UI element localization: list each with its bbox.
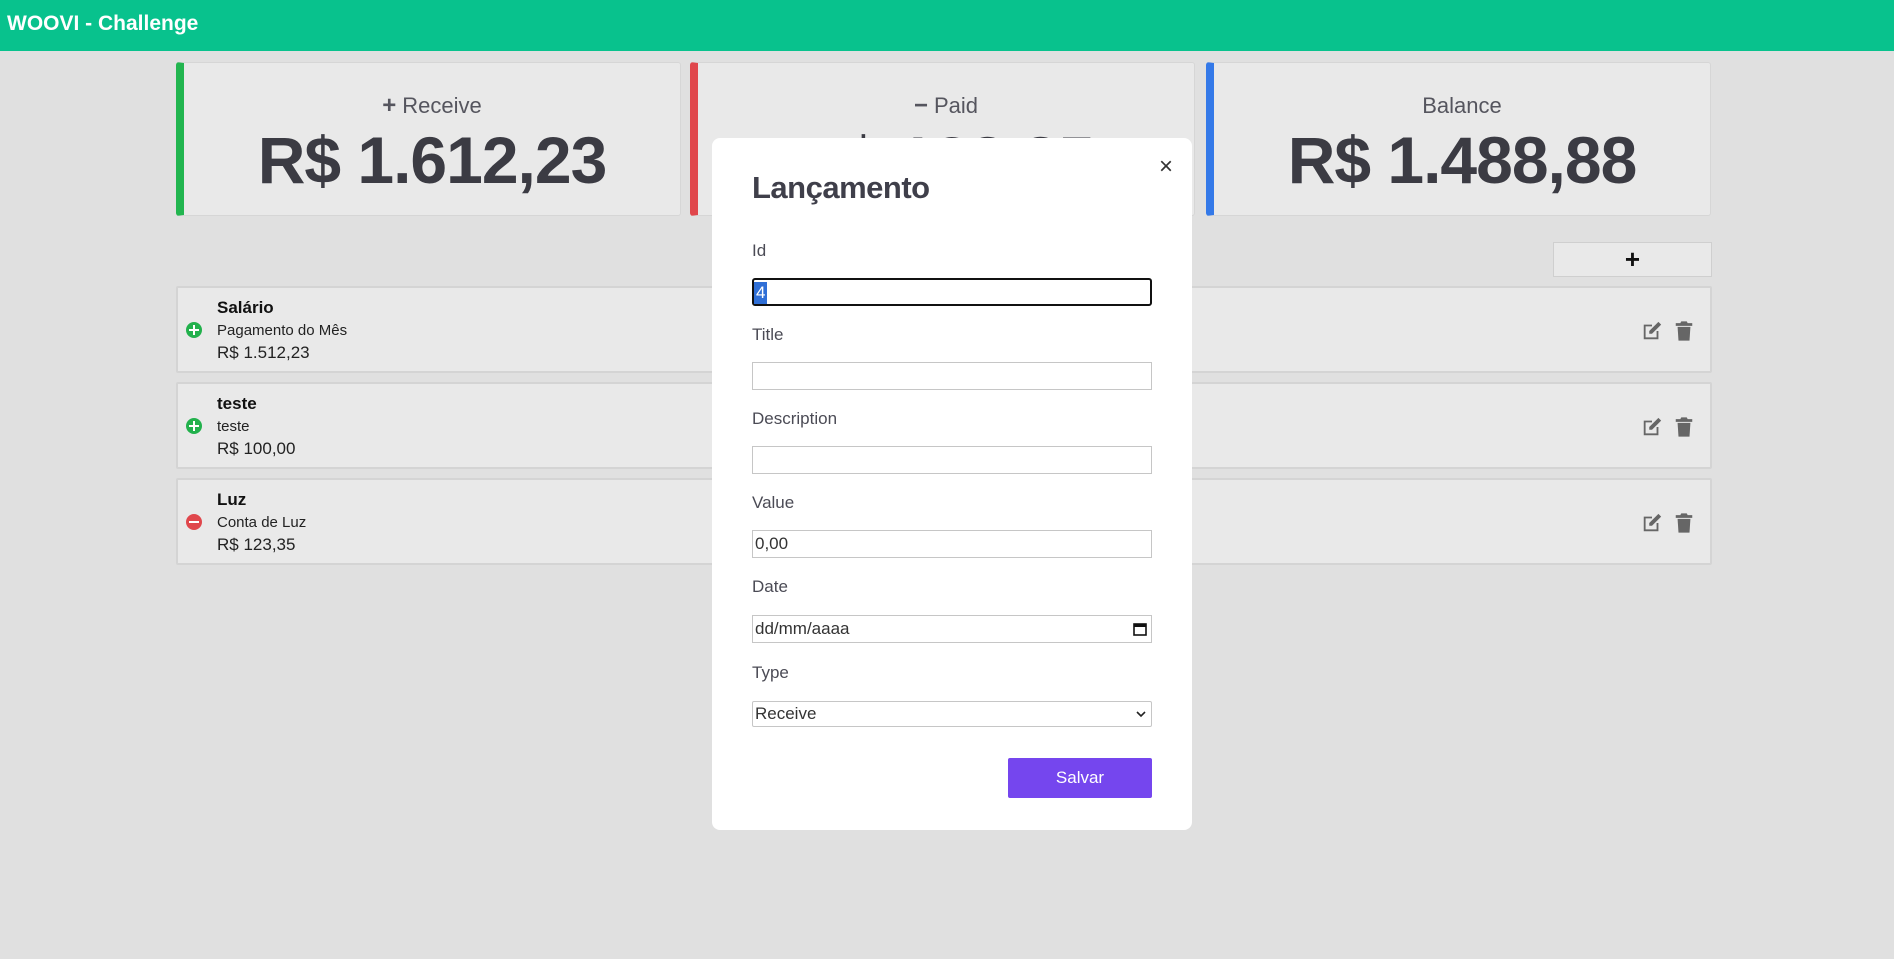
value-label: Value: [752, 493, 795, 512]
plus-icon: +: [382, 92, 397, 119]
date-placeholder: dd/mm/aaaa: [755, 619, 850, 638]
entry-description: Pagamento do Mês: [217, 322, 348, 339]
modal-title: Lançamento: [752, 170, 930, 205]
balance-amount: R$ 1.488,88: [1287, 123, 1638, 197]
edit-icon[interactable]: [1641, 416, 1663, 438]
minus-circle-icon: [186, 514, 202, 530]
id-label: Id: [752, 241, 767, 260]
entry-title: Salário: [217, 298, 274, 317]
balance-card: Balance R$ 1.488,88: [1206, 62, 1711, 216]
entry-title: teste: [217, 394, 257, 413]
title-input[interactable]: [752, 362, 1152, 390]
date-label: Date: [752, 577, 788, 596]
description-label: Description: [752, 409, 838, 428]
receive-amount: R$ 1.612,23: [257, 123, 608, 197]
description-input[interactable]: [752, 446, 1152, 474]
paid-label: Paid: [933, 93, 979, 118]
calendar-icon[interactable]: [1133, 622, 1147, 636]
save-button[interactable]: Salvar: [1008, 758, 1152, 798]
entry-modal: × Lançamento Id 4 Title Description Valu…: [712, 138, 1192, 830]
type-select[interactable]: Receive: [752, 701, 1152, 727]
type-selected: Receive: [755, 704, 817, 723]
paid-label-row: − Paid: [698, 93, 1194, 119]
trash-icon[interactable]: [1673, 415, 1695, 438]
id-input[interactable]: [752, 278, 1152, 306]
value-input[interactable]: 0,00: [752, 530, 1152, 558]
entry-description: teste: [217, 418, 250, 435]
entry-value: R$ 100,00: [217, 439, 296, 458]
receive-card: + Receive R$ 1.612,23: [176, 62, 681, 216]
app-title: WOOVI - Challenge: [7, 12, 199, 35]
minus-icon: −: [913, 92, 928, 119]
entry-value: R$ 1.512,23: [217, 343, 310, 362]
id-value: 4: [754, 282, 768, 304]
trash-icon[interactable]: [1673, 511, 1695, 534]
receive-label-row: + Receive: [184, 93, 680, 119]
add-entry-button[interactable]: +: [1553, 242, 1712, 277]
edit-icon[interactable]: [1641, 512, 1663, 534]
trash-icon[interactable]: [1673, 319, 1695, 342]
edit-icon[interactable]: [1641, 320, 1663, 342]
app-header: WOOVI - Challenge: [0, 0, 1894, 51]
title-label: Title: [752, 325, 784, 344]
plus-circle-icon: [186, 322, 202, 338]
plus-circle-icon: [186, 418, 202, 434]
type-label: Type: [752, 663, 789, 682]
receive-label: Receive: [402, 93, 482, 118]
entry-description: Conta de Luz: [217, 514, 307, 531]
entry-title: Luz: [217, 490, 247, 509]
close-icon[interactable]: ×: [1155, 155, 1177, 179]
entry-value: R$ 123,35: [217, 535, 296, 554]
date-input[interactable]: dd/mm/aaaa: [752, 615, 1152, 643]
balance-label: Balance: [1422, 93, 1502, 118]
chevron-down-icon: [1136, 711, 1146, 718]
